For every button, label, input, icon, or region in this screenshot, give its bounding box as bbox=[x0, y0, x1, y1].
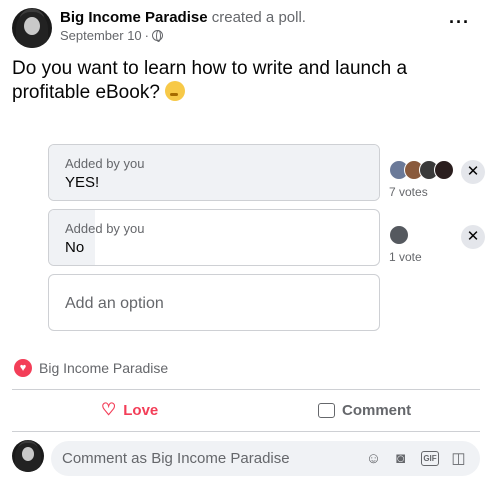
comment-button[interactable]: Comment bbox=[318, 398, 411, 422]
vote-count[interactable]: 7 votes bbox=[389, 185, 428, 199]
add-option-input[interactable]: Add an option bbox=[48, 274, 380, 331]
heart-icon: ♡ bbox=[101, 400, 117, 419]
option-added-by: Added by you bbox=[65, 156, 145, 171]
option-label: YES! bbox=[65, 174, 100, 191]
post-meta: September 10 · bbox=[60, 28, 164, 43]
love-button-label: Love bbox=[123, 401, 159, 419]
voter-avatars[interactable] bbox=[389, 160, 454, 180]
comment-button-label: Comment bbox=[342, 401, 412, 419]
comment-box[interactable]: Comment as Big Income Paradise ☺ ◙ GIF ◫ bbox=[51, 441, 480, 476]
divider bbox=[12, 389, 480, 390]
post-date[interactable]: September 10 bbox=[60, 28, 142, 43]
vote-count[interactable]: 1 vote bbox=[389, 250, 422, 264]
voter-avatar bbox=[389, 225, 409, 245]
commenter-avatar[interactable] bbox=[12, 440, 44, 472]
vote-share-bar bbox=[49, 210, 96, 265]
globe-icon bbox=[152, 30, 164, 42]
thinking-face-emoji-icon bbox=[165, 81, 186, 101]
poll-question: Do you want to learn how to write and la… bbox=[12, 57, 472, 105]
remove-option-button[interactable]: ✕ bbox=[461, 160, 485, 184]
remove-option-button[interactable]: ✕ bbox=[461, 225, 485, 249]
reaction-summary[interactable]: ♥ Big Income Paradise bbox=[14, 359, 168, 377]
poll-question-text: Do you want to learn how to write and la… bbox=[12, 58, 408, 103]
love-button[interactable]: ♡ Love bbox=[101, 398, 158, 422]
poll-option-yes[interactable]: Added by you YES! bbox=[48, 144, 380, 201]
voter-avatar bbox=[434, 160, 454, 180]
voter-avatars[interactable] bbox=[389, 225, 409, 245]
gif-icon[interactable]: GIF bbox=[421, 451, 439, 466]
author-name[interactable]: Big Income Paradise bbox=[60, 9, 208, 26]
option-added-by: Added by you bbox=[65, 221, 145, 236]
comment-bubble-icon bbox=[318, 402, 335, 418]
more-options-button[interactable]: ··· bbox=[449, 12, 470, 33]
comment-input[interactable]: Comment as Big Income Paradise bbox=[62, 441, 290, 476]
emoji-icon[interactable]: ☺ bbox=[365, 450, 382, 467]
reaction-names[interactable]: Big Income Paradise bbox=[39, 360, 168, 376]
post-action-text: created a poll. bbox=[207, 9, 306, 26]
love-reaction-icon: ♥ bbox=[14, 359, 32, 377]
camera-icon[interactable]: ◙ bbox=[392, 450, 409, 467]
meta-separator: · bbox=[144, 28, 150, 43]
sticker-icon[interactable]: ◫ bbox=[450, 450, 467, 467]
add-option-placeholder: Add an option bbox=[65, 295, 164, 312]
divider bbox=[12, 431, 480, 432]
poll-option-no[interactable]: Added by you No bbox=[48, 209, 380, 266]
post-header: Big Income Paradise created a poll. bbox=[60, 9, 306, 26]
author-avatar[interactable] bbox=[12, 8, 52, 48]
vote-share-bar bbox=[49, 145, 379, 200]
option-label: No bbox=[65, 239, 85, 256]
